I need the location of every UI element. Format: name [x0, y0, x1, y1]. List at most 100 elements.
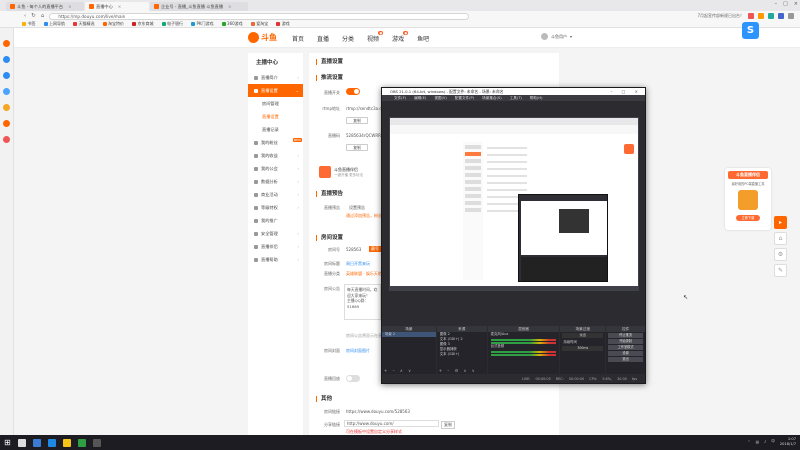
url-input[interactable]: https://mp.douyu.com/live/main	[49, 12, 470, 20]
start-recording-button[interactable]: 开始录制	[608, 339, 643, 344]
bookmark[interactable]: 书签	[22, 21, 36, 27]
menu-item[interactable]: 我的公会 ›	[248, 162, 303, 175]
menu-item[interactable]: 直播简介 ›	[248, 71, 303, 84]
minimize-icon[interactable]: –	[775, 1, 778, 7]
browser-tab-active[interactable]: 直播中心 ×	[85, 2, 149, 11]
menu-subitem[interactable]: 直播记录	[248, 123, 303, 136]
volume-icon[interactable]: ♪	[764, 440, 766, 444]
extension-icon[interactable]	[748, 12, 754, 19]
close-icon[interactable]: ×	[794, 1, 798, 7]
obs-menu-view[interactable]: 视图(V)	[434, 95, 446, 101]
announcement-textarea[interactable]: 每天直播时间，欢迎大家来玩！ 主播QQ群：51689	[344, 284, 381, 320]
menu-item[interactable]: 直播帮助 ›	[248, 253, 303, 266]
volume-slider[interactable]	[490, 354, 557, 356]
nav-yuba[interactable]: 鱼吧	[417, 34, 429, 43]
room-link-value[interactable]: https://www.douyu.com/528563	[346, 409, 410, 414]
nav-home[interactable]: 首页	[292, 34, 304, 43]
transition-select[interactable]: 淡出	[562, 333, 604, 338]
obs-menu-profile[interactable]: 配置文件(P)	[455, 95, 474, 101]
menu-item[interactable]: 我的推广	[248, 214, 303, 227]
bookmark[interactable]: 淘宝特价	[102, 21, 124, 27]
feedback-icon[interactable]: ✎	[774, 264, 787, 277]
tray-arrow-icon[interactable]: ⌃	[748, 440, 751, 444]
exit-button[interactable]: 退出	[608, 357, 643, 362]
room-title-value[interactable]: 周日开黑来玩	[346, 261, 381, 267]
sidebar-app-icon[interactable]	[3, 136, 10, 143]
room-number-tag[interactable]: 靓号	[369, 246, 381, 252]
settings-button[interactable]: 设置	[608, 351, 643, 356]
live-toggle[interactable]	[346, 88, 360, 95]
share-link-input[interactable]: http://www.douyu.com/	[344, 420, 439, 427]
maximize-icon[interactable]: □	[783, 1, 788, 7]
settings-icon[interactable]: ⚙	[774, 248, 787, 261]
sidebar-app-icon[interactable]	[3, 120, 10, 127]
obs-taskbar-icon[interactable]	[92, 438, 101, 447]
task-view-icon[interactable]	[32, 438, 41, 447]
dock-controls[interactable]: + – ⚙ ∧ ∨	[439, 368, 477, 373]
folder-icon[interactable]	[62, 438, 71, 447]
sidebar-app-icon[interactable]	[3, 56, 10, 63]
menu-subitem-selected[interactable]: 直播设置	[248, 110, 303, 123]
menu-item[interactable]: 安全管理 ›	[248, 227, 303, 240]
bookmark[interactable]: 上网导航	[43, 21, 65, 27]
browser-tab[interactable]: 企业号 - 直播_斗鱼直播 斗鱼直播 ×	[150, 2, 248, 11]
bookmark[interactable]: 爱淘宝	[250, 21, 268, 27]
menu-item[interactable]: 商业活动 ›	[248, 188, 303, 201]
close-icon[interactable]: ×	[68, 4, 72, 9]
studio-mode-button[interactable]: 工作室模式	[608, 345, 643, 350]
obs-menu-help[interactable]: 帮助(H)	[530, 95, 543, 101]
menu-subitem[interactable]: 房间管理	[248, 97, 303, 110]
bookmark[interactable]: 电子银行	[161, 21, 183, 27]
bookmark[interactable]: 360游戏	[221, 21, 243, 27]
floating-app-icon[interactable]: S	[742, 22, 759, 39]
obs-menu-tools[interactable]: 工具(T)	[510, 95, 522, 101]
clock[interactable]: 1:07 2018/1/7	[780, 437, 796, 446]
search-icon[interactable]	[17, 438, 26, 447]
obs-preview[interactable]	[389, 117, 639, 291]
home-icon[interactable]: ⌂	[774, 232, 787, 245]
menu-icon[interactable]	[788, 12, 794, 19]
copy-rtmp-button[interactable]: 复制	[346, 117, 368, 124]
user-area[interactable]: 斗鱼用户 ▾	[541, 33, 572, 40]
bookmark[interactable]: 天猫精选	[73, 21, 95, 27]
copy-key-button[interactable]: 复制	[346, 144, 368, 151]
scene-item[interactable]: 场景 2	[382, 332, 436, 337]
bookmark[interactable]: 游戏	[276, 21, 290, 27]
dock-controls[interactable]: + – ∧ ∨	[384, 368, 413, 373]
companion-download-card[interactable]: 斗鱼直播伴侣 最好用的PC端直播工具 立即下载	[725, 168, 771, 230]
menu-item[interactable]: 我的收益 ›	[248, 149, 303, 162]
category-value[interactable]: 英雄联盟 · 娱乐天地	[346, 271, 381, 277]
bookmark[interactable]: PK门游戏	[191, 21, 214, 27]
sidebar-app-icon[interactable]	[3, 88, 10, 95]
sidebar-app-icon[interactable]	[3, 72, 10, 79]
bookmark[interactable]: 京东商城	[132, 21, 154, 27]
menu-item[interactable]: 数据分析 ›	[248, 175, 303, 188]
extension-icon[interactable]	[758, 12, 764, 19]
nav-game[interactable]: 游戏 ●	[392, 31, 409, 43]
obs-menu-file[interactable]: 文件(F)	[394, 95, 406, 101]
nav-video[interactable]: 视频 ●	[367, 31, 384, 43]
refresh-icon[interactable]: ↻	[31, 13, 36, 19]
extension-icon[interactable]	[778, 12, 784, 19]
menu-item[interactable]: 我的粉丝 NEW	[248, 136, 303, 149]
network-icon[interactable]: ▤	[756, 440, 759, 444]
sidebar-app-icon[interactable]	[3, 40, 10, 47]
browser-tab[interactable]: 斗鱼 - 每个人的直播平台 ×	[6, 2, 84, 11]
duration-input[interactable]: 300ms	[562, 346, 604, 351]
username[interactable]: 斗鱼用户	[551, 34, 567, 40]
cover-link[interactable]: 房间封面图片	[346, 348, 381, 354]
menu-item[interactable]: 等级特权 ›	[248, 201, 303, 214]
extension-icon[interactable]	[768, 12, 774, 19]
obs-menu-edit[interactable]: 编辑(E)	[414, 95, 426, 101]
companion-promo[interactable]: 斗鱼直播伴侣 一键开播 更多玩法	[318, 164, 388, 184]
chevron-down-icon[interactable]: ▾	[570, 34, 572, 39]
home-icon[interactable]: ⌂	[41, 13, 45, 19]
douyu-logo[interactable]: 斗鱼	[248, 31, 284, 43]
sidebar-app-icon[interactable]	[3, 104, 10, 111]
browser-360-icon[interactable]	[77, 438, 86, 447]
set-notice-link[interactable]: 设置预告	[349, 205, 365, 211]
edge-icon[interactable]	[47, 438, 56, 447]
close-icon[interactable]: ×	[118, 4, 122, 9]
back-icon[interactable]: ‹	[24, 13, 26, 19]
stop-stream-button[interactable]: 停止推流	[608, 333, 643, 338]
